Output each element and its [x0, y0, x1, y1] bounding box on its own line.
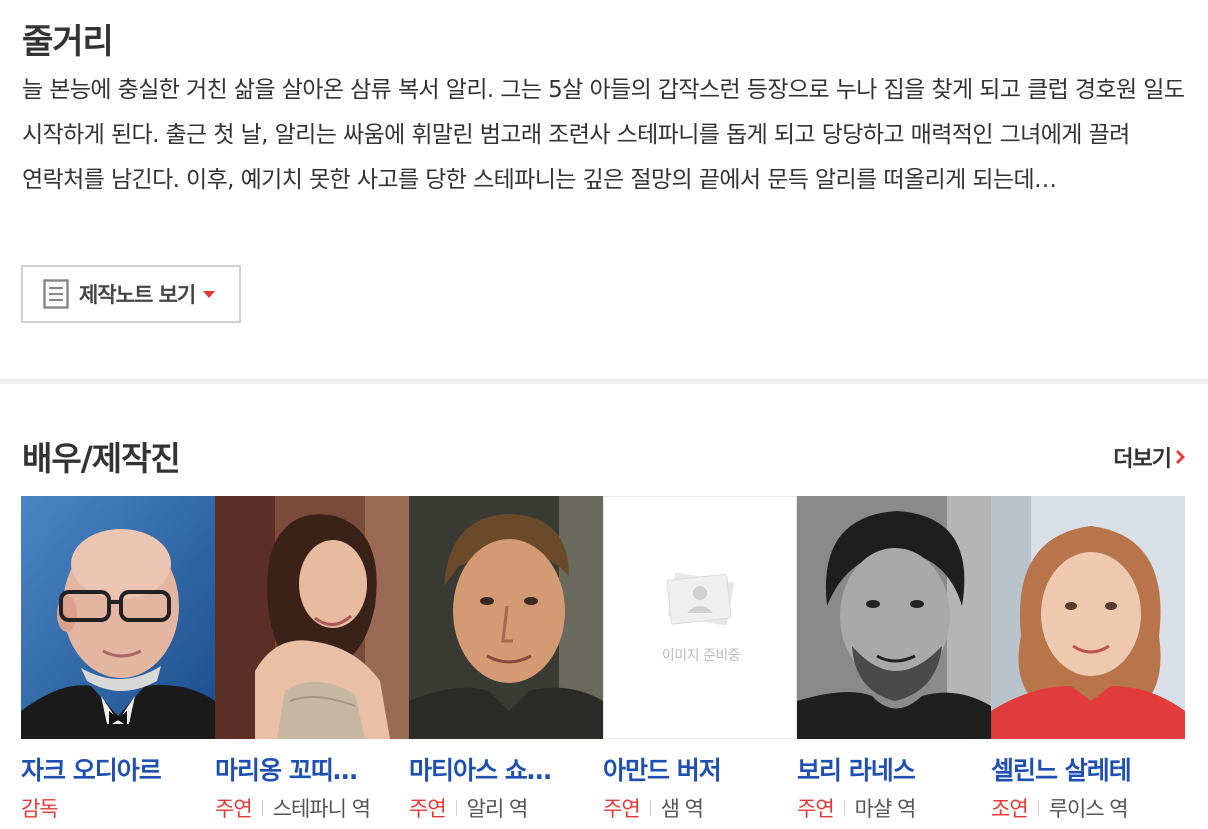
- cast-list: 자크 오디아르 감독 마리옹 꼬띠… 주연 스테파니 역 마티아스 쇼… 주연 …: [21, 496, 1185, 829]
- role-separator: [261, 800, 263, 816]
- plot-title: 줄거리: [22, 22, 114, 62]
- document-icon: [43, 279, 69, 309]
- cast-role: 주연: [603, 797, 641, 821]
- cast-name[interactable]: 아만드 버저: [603, 751, 797, 787]
- cast-name[interactable]: 셀린느 살레테: [991, 751, 1185, 787]
- cast-card: 이미지 준비중 아만드 버저 주연 샘 역: [603, 496, 797, 823]
- cast-character: 알리 역: [466, 797, 529, 821]
- production-notes-label: 제작노트 보기: [79, 283, 196, 307]
- section-divider: [0, 379, 1208, 384]
- placeholder-text: 이미지 준비중: [661, 648, 741, 664]
- cast-role-line: 주연 마샬 역: [797, 793, 991, 823]
- cast-photo[interactable]: [409, 496, 603, 739]
- role-separator: [649, 800, 651, 816]
- cast-section-title: 배우/제작진: [22, 439, 181, 478]
- cast-name[interactable]: 보리 라네스: [797, 751, 991, 787]
- cast-role: 주연: [215, 797, 253, 821]
- plot-text: 늘 본능에 충실한 거친 삶을 살아온 삼류 복서 알리. 그는 5살 아들의 …: [22, 77, 1185, 193]
- cast-name[interactable]: 자크 오디아르: [21, 751, 215, 787]
- cast-character: 루이스 역: [1048, 797, 1129, 821]
- cast-role: 조연: [991, 797, 1029, 821]
- cast-role-line: 감독: [21, 793, 215, 823]
- cast-card: 마리옹 꼬띠… 주연 스테파니 역: [215, 496, 409, 823]
- cast-role: 감독: [21, 797, 59, 821]
- role-separator: [1037, 800, 1039, 816]
- cast-card: 마티아스 쇼… 주연 알리 역: [409, 496, 603, 823]
- chevron-right-icon: [1176, 450, 1185, 464]
- cast-photo[interactable]: [215, 496, 409, 739]
- more-cast-link[interactable]: 더보기: [1113, 441, 1186, 473]
- cast-character: 샘 역: [660, 797, 704, 821]
- cast-photo[interactable]: [991, 496, 1185, 739]
- cast-name[interactable]: 마리옹 꼬띠…: [215, 751, 409, 787]
- cast-role: 주연: [797, 797, 835, 821]
- cast-photo[interactable]: [21, 496, 215, 739]
- production-notes-button[interactable]: 제작노트 보기: [21, 265, 241, 323]
- cast-card: 자크 오디아르 감독: [21, 496, 215, 823]
- cast-role-line: 주연 샘 역: [603, 793, 797, 823]
- cast-role-line: 주연 알리 역: [409, 793, 603, 823]
- role-separator: [455, 800, 457, 816]
- caret-down-icon: [203, 290, 216, 298]
- cast-character: 스테파니 역: [272, 797, 371, 821]
- image-placeholder-icon: [666, 572, 735, 626]
- more-cast-label: 더보기: [1113, 447, 1172, 472]
- cast-role-line: 주연 스테파니 역: [215, 793, 409, 823]
- cast-card: 보리 라네스 주연 마샬 역: [797, 496, 991, 823]
- cast-name[interactable]: 마티아스 쇼…: [409, 751, 603, 787]
- cast-role: 주연: [409, 797, 447, 821]
- cast-character: 마샬 역: [854, 797, 917, 821]
- cast-role-line: 조연 루이스 역: [991, 793, 1185, 823]
- role-separator: [843, 800, 845, 816]
- cast-card: 셀린느 살레테 조연 루이스 역: [991, 496, 1185, 823]
- cast-photo-placeholder[interactable]: 이미지 준비중: [603, 496, 797, 739]
- cast-photo[interactable]: [797, 496, 991, 739]
